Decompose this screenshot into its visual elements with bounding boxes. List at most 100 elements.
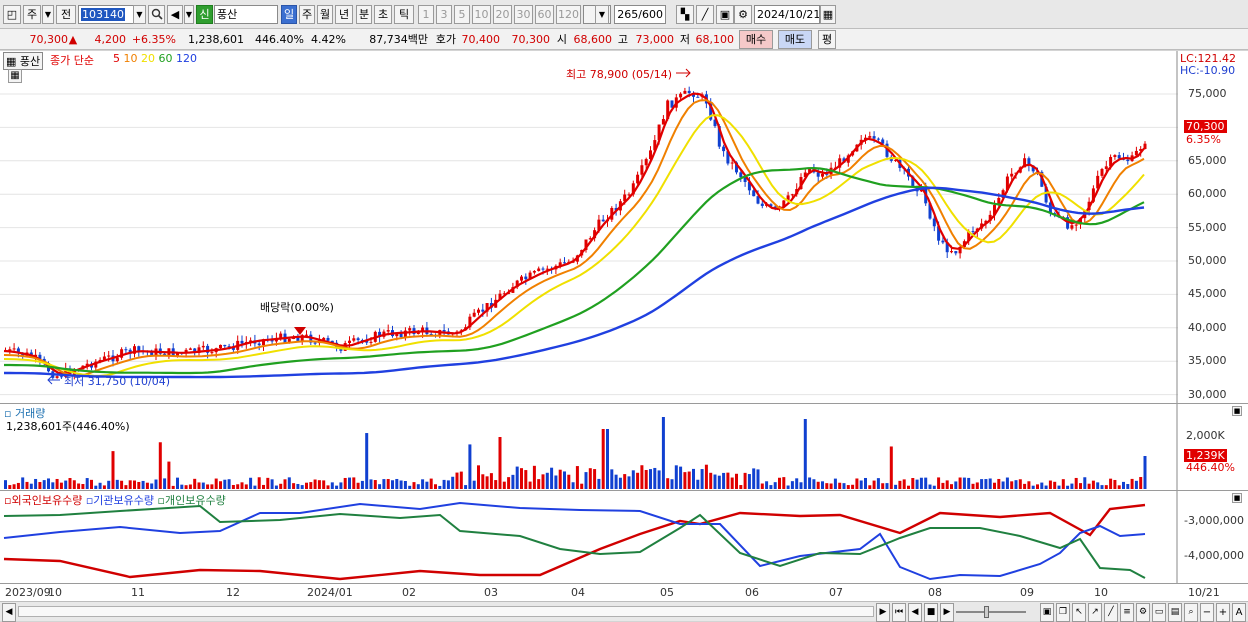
stock-code-input[interactable]: 103140	[78, 5, 134, 24]
x-axis-label: 06	[745, 586, 759, 599]
calendar-icon[interactable]: ▦	[820, 5, 836, 24]
volume-bar	[601, 429, 605, 489]
buy-button[interactable]: 매수	[739, 30, 773, 49]
save-icon[interactable]: ▤	[1168, 603, 1182, 622]
chevron-down-icon[interactable]: ▼	[133, 5, 146, 24]
rewind-icon[interactable]: ⏮	[892, 603, 906, 622]
volume-bar	[356, 482, 360, 489]
eval-button[interactable]: 평	[818, 30, 836, 49]
zoom-search-icon[interactable]: ⌕	[1184, 603, 1198, 622]
volume-bar	[795, 478, 799, 489]
chevron-down-icon[interactable]: ▼	[595, 5, 609, 24]
chevron-down-icon[interactable]: ▼	[184, 5, 194, 24]
volume-bar	[846, 485, 850, 489]
display-count-field[interactable]: 265/600	[614, 5, 666, 24]
settings-icon[interactable]: ⚙	[1136, 603, 1150, 622]
period-second[interactable]: 초	[374, 5, 392, 24]
candle-body	[313, 342, 317, 344]
scroll-left-icon[interactable]: ◀	[2, 603, 16, 622]
period-month[interactable]: 월	[317, 5, 333, 24]
unit-selector[interactable]: 주	[23, 5, 41, 24]
sell-button[interactable]: 매도	[778, 30, 812, 49]
volume-bar	[244, 484, 248, 489]
volume-bar	[735, 473, 738, 489]
volume-ratio: 446.40%	[255, 33, 304, 46]
volume-bar	[692, 468, 695, 489]
zoom-slider[interactable]	[956, 611, 1026, 613]
save-icon[interactable]: ▣	[716, 5, 734, 24]
fib-icon[interactable]: ≡	[1120, 603, 1134, 622]
holdings-panel[interactable]: ▫외국인보유수량 ▫기관보유수량 ▫개인보유수량 ■ -3,000,000 -4…	[0, 491, 1248, 583]
draw-line-icon[interactable]: ╱	[696, 5, 714, 24]
view-selector[interactable]: 전	[56, 5, 76, 24]
period-tick[interactable]: 틱	[394, 5, 414, 24]
period-day[interactable]: 일	[281, 5, 297, 24]
volume-bar	[25, 481, 29, 489]
volume-bar	[128, 480, 132, 489]
candle-body	[760, 203, 764, 206]
line-tool-icon[interactable]: ╱	[1104, 603, 1118, 622]
high-price: 73,000	[635, 33, 675, 46]
stock-name-field[interactable]: 풍산	[214, 5, 278, 24]
period-week[interactable]: 주	[299, 5, 315, 24]
price-y-tick: 35,000	[1188, 354, 1227, 368]
gear-icon[interactable]: ⚙	[734, 5, 752, 24]
trend-icon[interactable]: ↗	[1088, 603, 1102, 622]
interval-20[interactable]: 20	[493, 5, 512, 24]
chart-type-icon[interactable]: ▚	[676, 5, 694, 24]
search-icon[interactable]	[148, 5, 165, 24]
volume-bar	[816, 481, 820, 489]
volume-bar	[360, 480, 364, 489]
volume-bar	[429, 478, 433, 489]
interval-1[interactable]: 1	[418, 5, 434, 24]
volume-bar	[42, 480, 46, 489]
panel-close-icon[interactable]: ■	[1232, 493, 1242, 503]
volume-bar	[885, 483, 889, 489]
chevron-down-icon[interactable]: ▼	[42, 5, 54, 24]
price-chart[interactable]	[0, 51, 1178, 403]
copy-icon[interactable]: ❐	[1056, 603, 1070, 622]
candle-body	[1134, 150, 1138, 156]
candle-body	[210, 352, 214, 354]
zoom-in-icon[interactable]: +	[1216, 603, 1230, 622]
speaker-icon[interactable]: ◀	[167, 5, 183, 24]
window-icon[interactable]: ◰	[3, 5, 21, 24]
volume-bar	[1096, 482, 1100, 489]
stop-icon[interactable]: ■	[924, 603, 938, 622]
screen-icon[interactable]: ▭	[1152, 603, 1166, 622]
volume-bar	[502, 481, 506, 489]
candle-body	[687, 90, 691, 94]
volume-bar	[68, 478, 72, 489]
interval-120[interactable]: 120	[556, 5, 581, 24]
volume-bar	[803, 419, 807, 489]
horizontal-scrollbar[interactable]	[18, 606, 874, 617]
candle-body	[107, 355, 111, 357]
panel-close-icon[interactable]: ■	[1232, 406, 1242, 416]
prev-icon[interactable]: ◀	[908, 603, 922, 622]
zoom-out-icon[interactable]: −	[1200, 603, 1214, 622]
interval-3[interactable]: 3	[436, 5, 452, 24]
layout-icon[interactable]: ▣	[1040, 603, 1054, 622]
candle-body	[219, 344, 222, 349]
scroll-right-icon[interactable]: ▶	[876, 603, 890, 622]
volume-chart[interactable]	[0, 404, 1178, 490]
zoom-slider-thumb[interactable]	[984, 606, 989, 618]
period-minute[interactable]: 분	[356, 5, 372, 24]
volume-bar	[1130, 478, 1134, 489]
interval-5[interactable]: 5	[454, 5, 470, 24]
volume-panel[interactable]: ▫ 거래량 1,238,601주(446.40%) ■ 2,000K 1,239…	[0, 404, 1248, 490]
interval-60[interactable]: 60	[535, 5, 554, 24]
price-chart-panel[interactable]: ▦ 풍산 종가 단순 5 10 20 60 120 ▦ LC:121.42 HC…	[0, 51, 1248, 403]
interval-10[interactable]: 10	[472, 5, 491, 24]
price-y-tick: 60,000	[1188, 187, 1227, 201]
interval-30[interactable]: 30	[514, 5, 533, 24]
volume-bar	[1005, 477, 1009, 489]
cursor-icon[interactable]: ↖	[1072, 603, 1086, 622]
holdings-chart[interactable]	[0, 491, 1178, 583]
font-size-icon[interactable]: A	[1232, 603, 1246, 622]
next-icon[interactable]: ▶	[940, 603, 954, 622]
period-year[interactable]: 년	[335, 5, 353, 24]
volume-bar	[528, 481, 532, 489]
volume-bar	[300, 485, 304, 489]
date-field[interactable]: 2024/10/21	[754, 5, 820, 24]
